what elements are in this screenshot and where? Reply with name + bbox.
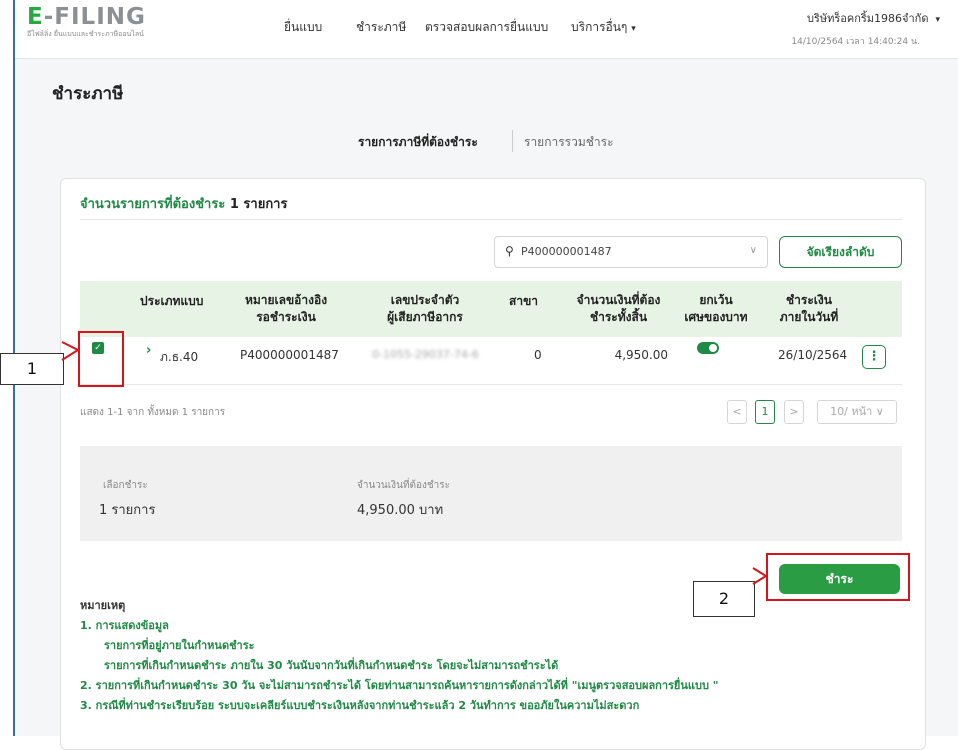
divider bbox=[80, 219, 902, 220]
col-header-exempt: ยกเว้นเศษของบาท bbox=[676, 292, 756, 326]
page-1-button[interactable]: 1 bbox=[755, 400, 775, 424]
note-line: รายการที่เกินกำหนดชำระ ภายใน 30 วันนับจา… bbox=[104, 659, 559, 672]
col-header-due-line1: ชำระเงิน bbox=[786, 293, 832, 307]
kebab-menu-icon[interactable]: ⋮ bbox=[862, 345, 886, 369]
items-count-label: จำนวนรายการที่ต้องชำระ bbox=[80, 197, 226, 212]
annotation-arrow-1 bbox=[61, 341, 81, 361]
note-line: 2. รายการที่เกินกำหนดชำระ 30 วัน จะไม่สา… bbox=[80, 679, 719, 692]
tab-combined-payment[interactable]: รายการรวมชำระ bbox=[524, 133, 614, 152]
user-menu[interactable]: บริษัทร็อคกริ้ม1986จำกัด ▾ bbox=[780, 9, 940, 27]
logo-wordmark: E-FILING bbox=[27, 4, 146, 30]
search-value: P400000001487 bbox=[521, 245, 612, 258]
row-branch: 0 bbox=[534, 348, 542, 362]
row-divider bbox=[80, 384, 902, 385]
tab-divider bbox=[512, 130, 513, 152]
logo-text: -FILING bbox=[43, 4, 146, 30]
annotation-arrow-2 bbox=[752, 567, 768, 585]
toggle-on-icon[interactable] bbox=[697, 342, 719, 354]
tab-taxes-due[interactable]: รายการภาษีที่ต้องชำระ bbox=[358, 133, 478, 152]
annotation-callout-2: 2 bbox=[693, 581, 755, 617]
col-header-exempt-line1: ยกเว้น bbox=[699, 293, 733, 307]
nav-pay-tax[interactable]: ชำระภาษี bbox=[356, 18, 406, 37]
nav-other-services[interactable]: บริการอื่นๆ ▾ bbox=[571, 18, 636, 37]
row-type: ภ.ธ.40 bbox=[160, 350, 199, 364]
col-header-ref-line1: หมายเลขอ้างอิง bbox=[244, 293, 328, 307]
notes-heading: หมายเหตุ bbox=[80, 599, 126, 612]
col-header-ref: หมายเลขอ้างอิงรอชำระเงิน bbox=[230, 292, 342, 326]
login-datetime: 14/10/2564 เวลา 14:40:24 น. bbox=[791, 37, 920, 47]
next-page-button[interactable]: > bbox=[784, 400, 804, 424]
items-count: จำนวนรายการที่ต้องชำระ 1 รายการ bbox=[80, 193, 287, 214]
chevron-down-icon: ∨ bbox=[749, 245, 757, 256]
col-header-exempt-line2: เศษของบาท bbox=[684, 310, 748, 324]
prev-page-button[interactable]: < bbox=[727, 400, 747, 424]
logo-subtitle: อีไฟล์ลิ่ง ยื่นแบบและชำระภาษีออนไลน์ bbox=[27, 30, 144, 38]
note-line: รายการที่อยู่ภายในกำหนดชำระ bbox=[104, 639, 255, 652]
selected-value: 1 รายการ bbox=[99, 503, 156, 518]
col-header-amount: จำนวนเงินที่ต้องชำระทั้งสิ้น bbox=[556, 292, 681, 326]
total-amount-value: 4,950.00 บาท bbox=[357, 503, 444, 518]
notes-section: หมายเหตุ 1. การแสดงข้อมูล รายการที่อยู่ภ… bbox=[80, 596, 719, 716]
nav-check-results[interactable]: ตรวจสอบผลการยื่นแบบ bbox=[425, 18, 548, 37]
note-line: 3. กรณีที่ท่านชำระเรียบร้อย ระบบจะเคลียร… bbox=[80, 699, 640, 712]
col-header-amount-line2: ชำระทั้งสิ้น bbox=[589, 310, 648, 324]
items-count-value: 1 รายการ bbox=[229, 197, 288, 212]
nav-other-services-label: บริการอื่นๆ bbox=[571, 20, 628, 34]
selected-label: เลือกชำระ bbox=[103, 480, 148, 491]
row-taxid: 0-1055-29037-74-6 bbox=[372, 348, 479, 361]
logo-e-letter: E bbox=[27, 4, 44, 30]
payment-summary bbox=[80, 446, 902, 541]
nav-file-return[interactable]: ยื่นแบบ bbox=[284, 18, 322, 37]
col-header-taxid-line2: ผู้เสียภาษีอากร bbox=[387, 310, 463, 324]
chevron-right-icon[interactable]: › bbox=[146, 343, 151, 358]
annotation-callout-1: 1 bbox=[0, 353, 64, 385]
col-header-ref-line2: รอชำระเงิน bbox=[256, 310, 316, 324]
col-header-amount-line1: จำนวนเงินที่ต้อง bbox=[576, 293, 661, 307]
total-amount-label: จำนวนเงินที่ต้องชำระ bbox=[357, 480, 451, 491]
note-line: 1. การแสดงข้อมูล bbox=[80, 619, 169, 632]
row-amount: 4,950.00 bbox=[614, 348, 668, 362]
col-header-taxid-line1: เลขประจำตัว bbox=[390, 293, 460, 307]
efiling-logo[interactable]: E-FILING อีไฟล์ลิ่ง ยื่นแบบและชำระภาษีออ… bbox=[27, 4, 146, 40]
col-header-taxid: เลขประจำตัวผู้เสียภาษีอากร bbox=[365, 292, 485, 326]
pagination-info: แสดง 1-1 จาก ทั้งหมด 1 รายการ bbox=[80, 407, 226, 418]
col-header-due: ชำระเงินภายในวันที่ bbox=[764, 292, 854, 326]
page-size-select[interactable]: 10/ หน้า ∨ bbox=[817, 400, 897, 424]
chevron-down-icon: ▾ bbox=[631, 24, 636, 34]
chevron-down-icon: ▾ bbox=[935, 15, 940, 25]
row-ref: P400000001487 bbox=[240, 348, 339, 362]
page-title: ชำระภาษี bbox=[52, 84, 124, 104]
user-name: บริษัทร็อคกริ้ม1986จำกัด bbox=[806, 12, 929, 25]
row-due-date: 26/10/2564 bbox=[778, 348, 848, 362]
col-header-due-line2: ภายในวันที่ bbox=[779, 310, 839, 324]
col-header-branch: สาขา bbox=[509, 294, 539, 308]
search-icon: ⚲ bbox=[505, 244, 514, 258]
sort-button[interactable]: จัดเรียงลำดับ bbox=[779, 236, 902, 268]
annotation-highlight-pay-button bbox=[766, 553, 910, 601]
annotation-highlight-checkbox bbox=[78, 331, 124, 387]
search-select[interactable]: ⚲ P400000001487 ∨ bbox=[494, 236, 768, 268]
col-header-type: ประเภทแบบ bbox=[140, 294, 204, 308]
